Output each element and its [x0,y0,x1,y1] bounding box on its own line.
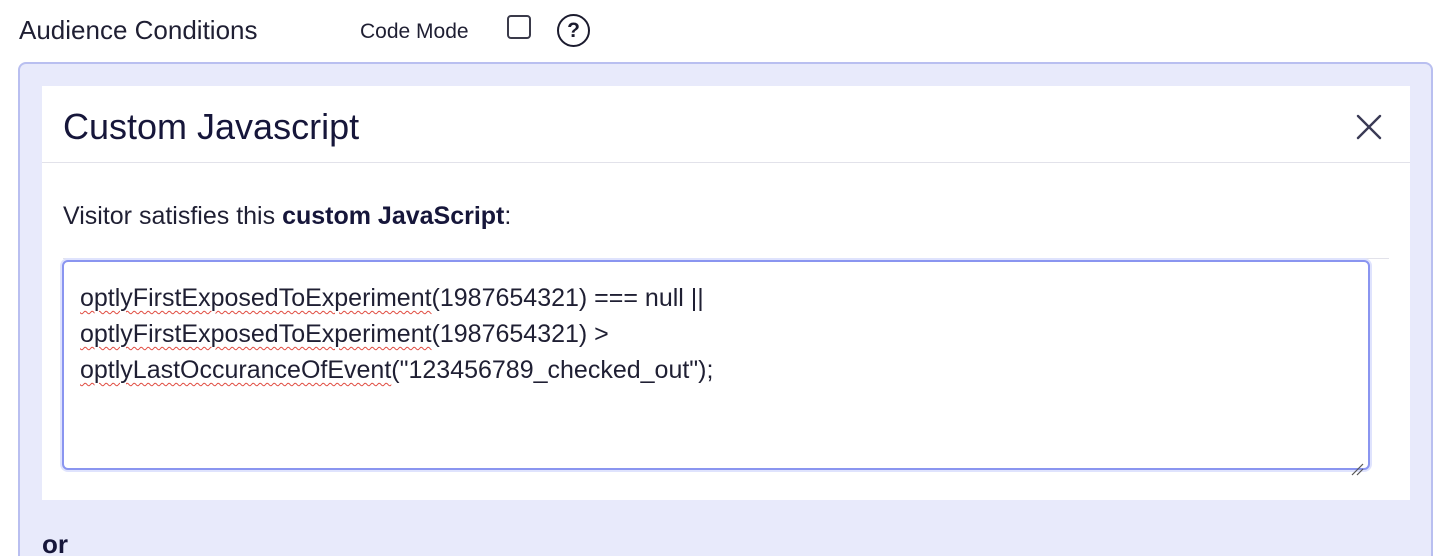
custom-javascript-condition-card: Custom Javascript Visitor satisfies this… [42,86,1410,500]
close-icon[interactable] [1354,112,1384,142]
or-separator: or [42,529,68,556]
code-args: (1987654321) === null || [431,284,704,312]
section-title: Audience Conditions [19,15,258,45]
card-divider [42,162,1410,163]
code-line: optlyFirstExposedToExperiment(1987654321… [80,316,1352,352]
conditions-panel: Custom Javascript Visitor satisfies this… [18,62,1433,556]
question-circle-icon[interactable]: ? [557,14,590,47]
code-line: optlyFirstExposedToExperiment(1987654321… [80,280,1352,316]
code-function: optlyLastOccuranceOfEvent [80,356,392,384]
audience-conditions-page: Audience Conditions Code Mode ? Custom J… [0,0,1452,556]
code-function: optlyFirstExposedToExperiment [80,320,432,348]
description-bold: custom JavaScript [282,202,505,230]
code-mode-checkbox[interactable] [507,15,531,39]
code-function: optlyFirstExposedToExperiment [80,284,432,312]
code-mode-label[interactable]: Code Mode [360,18,469,46]
custom-javascript-textarea[interactable]: optlyFirstExposedToExperiment(1987654321… [62,260,1370,476]
code-args: (1987654321) > [431,320,609,348]
description-prefix: Visitor satisfies this [63,202,283,230]
code-args: ("123456789_checked_out"); [391,356,714,384]
description-divider [63,258,1389,259]
condition-description: Visitor satisfies this custom JavaScript… [63,200,511,232]
resize-handle-icon[interactable] [1350,450,1364,476]
condition-title: Custom Javascript [63,106,360,147]
description-suffix: : [504,202,512,230]
code-line: optlyLastOccuranceOfEvent("123456789_che… [80,352,1352,388]
